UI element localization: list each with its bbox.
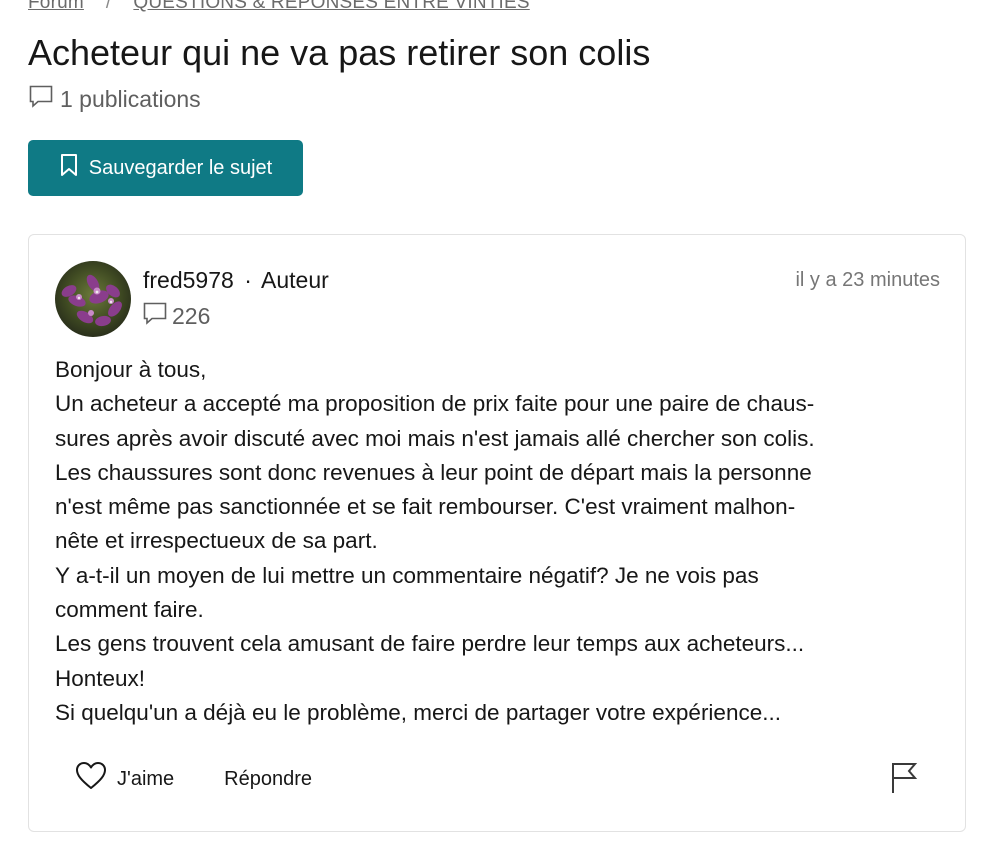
post-body-line: comment faire. [55, 597, 204, 623]
post-timestamp: il y a 23 minutes [795, 269, 940, 291]
heart-icon [75, 761, 107, 797]
flag-icon [889, 763, 919, 798]
save-topic-button[interactable]: Sauvegarder le sujet [28, 140, 303, 196]
avatar[interactable] [55, 261, 131, 337]
post-body-line: Si quelqu'un a déjà eu le problème, merc… [55, 699, 781, 725]
author-role: Auteur [261, 267, 329, 293]
author-post-count-text: 226 [172, 302, 211, 329]
post-body-line: sures après avoir discuté avec moi mais … [55, 425, 815, 451]
breadcrumb-separator: / [105, 0, 112, 13]
post-body-line: nête et irrespectueux de sa part. [55, 528, 378, 554]
like-button[interactable]: J'aime [75, 761, 174, 797]
author-separator: · [244, 267, 252, 293]
post-body-line: Les chaussures sont donc revenues à leur… [55, 459, 812, 485]
speech-bubble-icon [28, 83, 54, 115]
post-body-line: Un acheteur a accepté ma proposition de … [55, 391, 815, 417]
author-line: fred5978 · Auteur [143, 267, 329, 294]
post-body-line: Honteux! [55, 665, 146, 691]
author-post-count: 226 [142, 300, 210, 332]
post-body-line: Y a-t-il un moyen de lui mettre un comme… [55, 562, 759, 588]
topic-publications-count: 1 publications [28, 83, 201, 115]
post-actions: J'aime Répondre [75, 761, 312, 797]
breadcrumb-forum-link[interactable]: Forum [28, 0, 84, 14]
breadcrumb: Forum / QUESTIONS & RÉPONSES ENTRE VINTI… [28, 0, 530, 14]
post-body-line: n'est même pas sanctionnée et se fait re… [55, 494, 796, 520]
report-button[interactable] [889, 761, 919, 795]
post-body-line: Les gens trouvent cela amusant de faire … [55, 631, 805, 657]
post-card: fred5978 · Auteur 226 il y a 23 minutes … [28, 234, 966, 832]
save-topic-label: Sauvegarder le sujet [88, 156, 273, 179]
author-name[interactable]: fred5978 [143, 267, 234, 293]
page-title: Acheteur qui ne va pas retirer son colis [28, 32, 651, 73]
bookmark-icon [59, 153, 79, 183]
speech-bubble-icon [142, 300, 168, 332]
like-label: J'aime [117, 767, 175, 790]
reply-button[interactable]: Répondre [224, 768, 312, 791]
breadcrumb-category-link[interactable]: QUESTIONS & RÉPONSES ENTRE VINTIES [133, 0, 529, 14]
post-body-line: Bonjour à tous, [55, 357, 207, 382]
post-body: Bonjour à tous, Un acheteur a accepté ma… [55, 353, 935, 730]
publications-count-text: 1 publications [60, 85, 201, 112]
